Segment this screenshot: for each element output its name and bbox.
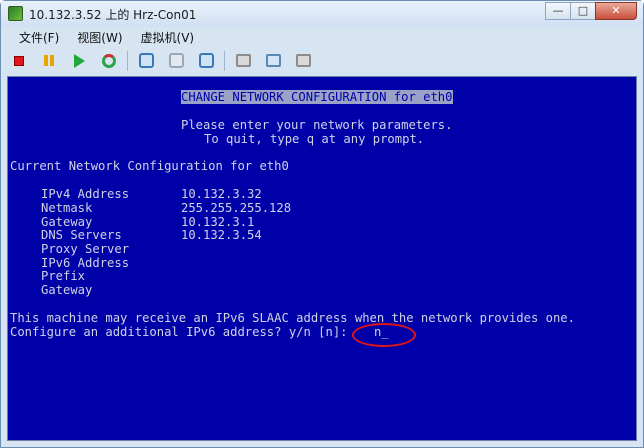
title-bar[interactable]: 10.132.3.52 上的 Hrz-Con01 — □ ✕ <box>1 1 643 27</box>
window-controls: — □ ✕ <box>545 2 637 21</box>
field-label: Proxy Server <box>41 242 130 256</box>
field-label: Netmask <box>41 201 93 215</box>
close-button[interactable]: ✕ <box>595 2 637 20</box>
snapshot-manager-button[interactable] <box>194 50 218 72</box>
field-value: 10.132.3.54 <box>181 228 262 242</box>
toolbar-separator <box>127 50 128 71</box>
console-header: CHANGE NETWORK CONFIGURATION for eth0 <box>181 90 453 104</box>
snapshot-manager-icon <box>198 53 214 68</box>
console-settings-button[interactable] <box>231 50 255 72</box>
console-prompt: Configure an additional IPv6 address? y/… <box>10 325 348 339</box>
field-label: Gateway <box>41 215 93 229</box>
power-on-button[interactable] <box>67 50 91 72</box>
field-label: IPv4 Address <box>41 187 130 201</box>
power-off-button[interactable] <box>7 50 31 72</box>
toolbar <box>7 47 637 74</box>
window-title: 10.132.3.52 上的 Hrz-Con01 <box>29 8 197 22</box>
console-intro-line1: Please enter your network parameters. <box>181 118 453 132</box>
console-intro-line2: To quit, type q at any prompt. <box>204 132 425 146</box>
usb-button[interactable] <box>291 50 315 72</box>
cd-button[interactable] <box>261 50 285 72</box>
field-value: 255.255.255.128 <box>181 201 292 215</box>
stop-icon <box>14 55 24 66</box>
field-value: 10.132.3.1 <box>181 215 255 229</box>
menu-file[interactable]: 文件(F) <box>7 28 65 46</box>
console-section-title: Current Network Configuration for eth0 <box>10 159 289 173</box>
reset-icon <box>102 53 116 68</box>
minimize-button[interactable]: — <box>545 2 571 20</box>
snapshot-icon <box>138 53 154 68</box>
maximize-button[interactable]: □ <box>570 2 596 20</box>
field-label: DNS Servers <box>41 228 122 242</box>
reset-button[interactable] <box>97 50 121 72</box>
menu-view[interactable]: 视图(W) <box>65 28 128 46</box>
menu-bar: 文件(F) 视图(W) 虚拟机(V) <box>7 28 200 46</box>
field-label: Gateway <box>41 283 93 297</box>
suspend-button[interactable] <box>37 50 61 72</box>
snapshot-revert-icon <box>168 53 184 68</box>
usb-icon <box>295 54 311 67</box>
vm-console-window: 10.132.3.52 上的 Hrz-Con01 — □ ✕ 文件(F) 视图(… <box>0 0 644 448</box>
menu-vm[interactable]: 虚拟机(V) <box>129 28 201 46</box>
vm-console-screen[interactable]: CHANGE NETWORK CONFIGURATION for eth0 Pl… <box>7 76 637 441</box>
annotation-circle <box>352 323 416 347</box>
vm-app-icon <box>8 6 23 21</box>
play-icon <box>73 53 85 68</box>
take-snapshot-button[interactable] <box>134 50 158 72</box>
cd-icon <box>265 54 281 67</box>
console-notice: This machine may receive an IPv6 SLAAC a… <box>10 311 575 325</box>
field-label: Prefix <box>41 269 86 283</box>
pause-icon <box>44 55 54 66</box>
toolbar-separator-2 <box>224 50 225 71</box>
field-label: IPv6 Address <box>41 256 130 270</box>
field-value: 10.132.3.32 <box>181 187 262 201</box>
revert-snapshot-button[interactable] <box>164 50 188 72</box>
console-settings-icon <box>235 54 251 67</box>
